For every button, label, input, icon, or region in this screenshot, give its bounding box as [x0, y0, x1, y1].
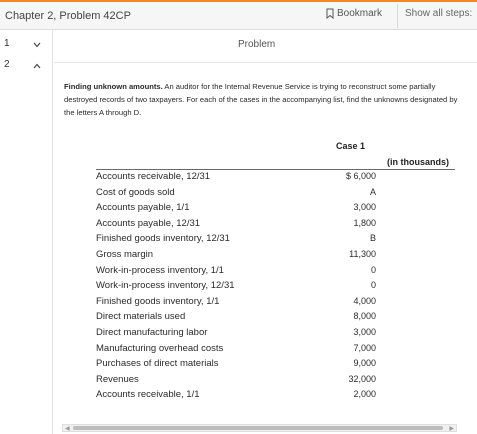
- step-number: 1: [4, 38, 10, 49]
- row-label: Accounts receivable, 12/31: [96, 171, 211, 182]
- table-row: Direct manufacturing labor 3,000: [96, 327, 376, 342]
- chevron-up-icon[interactable]: [33, 61, 41, 72]
- row-label: Accounts payable, 12/31: [96, 217, 201, 229]
- row-value: 9,000: [353, 358, 376, 369]
- table-row: Finished goods inventory, 1/1 4,000: [96, 296, 376, 311]
- row-value: 2,000: [353, 389, 376, 400]
- scroll-left-icon[interactable]: ◀: [65, 425, 70, 432]
- problem-heading: Problem: [238, 39, 276, 50]
- table-row: Direct materials used 8,000: [96, 311, 376, 326]
- unit-note: (in thousands): [387, 157, 449, 167]
- row-value: 4,000: [353, 295, 376, 306]
- row-label: Gross margin: [96, 249, 154, 260]
- section-divider: [54, 62, 477, 63]
- row-label: Accounts payable, 1/1: [96, 202, 190, 214]
- table-row: Gross margin 11,300: [96, 249, 376, 264]
- header-divider: [397, 4, 398, 28]
- header-bar: Chapter 2, Problem 42CP Bookmark Show al…: [0, 2, 477, 30]
- step-item-1[interactable]: 1: [0, 34, 52, 54]
- table-row: Purchases of direct materials 9,000: [96, 358, 376, 373]
- table-row: Work-in-process inventory, 1/1 0: [96, 265, 376, 280]
- row-label: Direct manufacturing labor: [96, 327, 208, 338]
- table-row: Manufacturing overhead costs 7,000: [96, 343, 376, 358]
- row-label: Revenues: [96, 373, 139, 385]
- row-label: Finished goods inventory, 1/1: [96, 295, 220, 307]
- steps-sidebar: 1 2: [0, 30, 52, 434]
- row-value: 0: [370, 264, 376, 275]
- table-row: Finished goods inventory, 12/31 B: [96, 233, 376, 248]
- problem-lead: Finding unknown amounts.: [64, 82, 163, 91]
- bookmark-label: Bookmark: [337, 8, 383, 19]
- table-row: Accounts payable, 12/31 1,800: [96, 218, 376, 233]
- row-value: 1,800: [353, 217, 376, 228]
- row-value: 32,000: [348, 373, 376, 384]
- scroll-right-icon[interactable]: ▶: [449, 425, 454, 432]
- sidebar-border: [52, 30, 53, 434]
- step-number: 2: [4, 59, 10, 70]
- table-row: Accounts payable, 1/1 3,000: [96, 202, 376, 217]
- scrollbar-thumb[interactable]: [73, 426, 443, 430]
- step-item-2[interactable]: 2: [0, 55, 52, 75]
- chevron-down-icon[interactable]: [33, 40, 41, 51]
- table-row: Revenues 32,000: [96, 374, 376, 389]
- row-value: 11,300: [349, 249, 376, 259]
- table-rule: [96, 169, 455, 170]
- row-value: 7,000: [353, 342, 376, 353]
- row-value: $ 6,000: [345, 171, 376, 181]
- row-value: A: [369, 186, 376, 197]
- table-row: Accounts receivable, 1/1 2,000: [96, 389, 376, 404]
- row-value: 8,000: [353, 311, 376, 322]
- case-header: Case 1: [336, 141, 366, 151]
- table-row: Cost of goods sold A: [96, 187, 376, 202]
- row-label: Accounts receivable, 1/1: [96, 389, 200, 401]
- row-value: 0: [370, 280, 376, 291]
- row-label: Work-in-process inventory, 1/1: [96, 264, 224, 276]
- row-value: B: [369, 233, 376, 244]
- bookmark-button[interactable]: Bookmark: [326, 8, 382, 19]
- row-value: 3,000: [353, 202, 376, 213]
- table-row: Accounts receivable, 12/31 $ 6,000: [96, 171, 376, 186]
- show-all-steps-toggle[interactable]: Show all steps:: [405, 8, 472, 19]
- row-label: Direct materials used: [96, 311, 186, 323]
- row-label: Finished goods inventory, 12/31: [96, 233, 230, 245]
- page-title: Chapter 2, Problem 42CP: [5, 10, 131, 22]
- row-value: 3,000: [353, 327, 376, 337]
- row-label: Manufacturing overhead costs: [96, 342, 224, 354]
- problem-description: Finding unknown amounts. An auditor for …: [64, 80, 464, 119]
- row-label: Work-in-process inventory, 12/31: [96, 280, 235, 292]
- row-label: Purchases of direct materials: [96, 358, 219, 370]
- bookmark-icon: [326, 8, 334, 19]
- table-row: Work-in-process inventory, 12/31 0: [96, 280, 376, 295]
- row-label: Cost of goods sold: [96, 186, 175, 198]
- horizontal-scrollbar[interactable]: ◀ ▶: [62, 424, 457, 432]
